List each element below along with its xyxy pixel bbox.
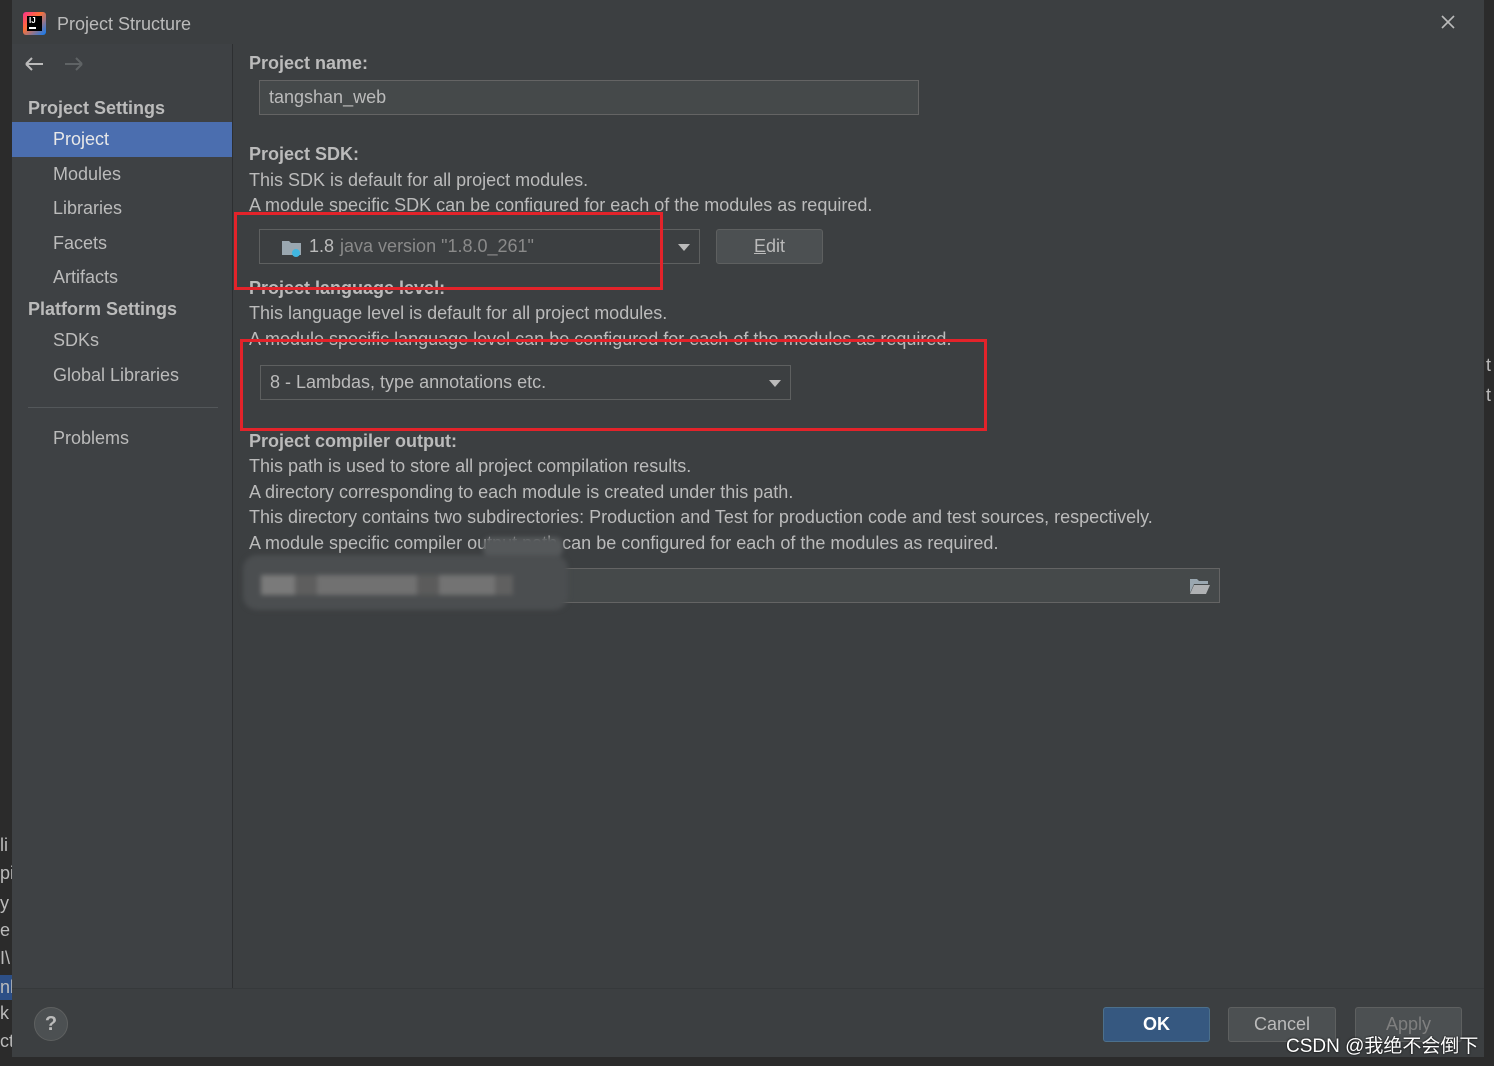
close-icon[interactable] <box>1440 14 1456 30</box>
dialog-footer: ? OK Cancel Apply <box>12 988 1484 1057</box>
background-window-right-edge: t t <box>1484 0 1494 1066</box>
sdk-version: 1.8 <box>309 236 335 256</box>
compiler-output-description: This path is used to store all project c… <box>249 456 692 476</box>
sidebar-divider <box>28 407 218 408</box>
redaction-blur <box>243 537 568 612</box>
jdk-folder-icon <box>282 241 301 257</box>
arrow-right-icon[interactable] <box>64 57 84 71</box>
project-name-value: tangshan_web <box>269 87 387 107</box>
chevron-down-icon <box>678 244 690 251</box>
sidebar-item-problems[interactable]: Problems <box>12 421 232 456</box>
intellij-idea-icon: IJ <box>23 12 46 35</box>
background-text-fragment: k <box>0 1003 9 1023</box>
project-name-input[interactable]: tangshan_web <box>259 80 919 115</box>
compiler-output-description: A directory corresponding to each module… <box>249 482 794 502</box>
project-name-label: Project name: <box>249 53 369 73</box>
project-sdk-label: Project SDK: <box>249 144 360 164</box>
project-sdk-description: This SDK is default for all project modu… <box>249 170 589 190</box>
watermark: CSDN @我绝不会倒下 <box>1286 1036 1479 1057</box>
compiler-output-description: This directory contains two subdirectori… <box>249 507 1153 527</box>
edit-sdk-button[interactable]: Edit <box>716 229 823 264</box>
project-sdk-dropdown[interactable]: 1.8 java version "1.8.0_261" <box>259 229 700 264</box>
sidebar: Project Settings Project Modules Librari… <box>12 44 232 988</box>
project-settings-header: Project Settings <box>28 98 166 118</box>
background-text-fragment: ct <box>0 1031 12 1051</box>
language-level-dropdown[interactable]: 8 - Lambdas, type annotations etc. <box>260 365 791 400</box>
project-sdk-description: A module specific SDK can be configured … <box>249 195 873 215</box>
project-settings-list: Project Modules Libraries Facets Artifac… <box>12 122 232 295</box>
sidebar-item-facets[interactable]: Facets <box>12 226 232 261</box>
background-text-fragment: pi <box>0 863 12 883</box>
sidebar-item-artifacts[interactable]: Artifacts <box>12 260 232 295</box>
compiler-output-label: Project compiler output: <box>249 431 458 451</box>
arrow-left-icon[interactable] <box>24 57 44 71</box>
help-icon[interactable]: ? <box>34 1007 68 1041</box>
background-text-fragment: li <box>0 835 8 855</box>
sidebar-item-sdks[interactable]: SDKs <box>12 323 232 358</box>
dialog-title: Project Structure <box>57 14 192 34</box>
folder-open-icon[interactable] <box>1189 577 1211 595</box>
sidebar-item-libraries[interactable]: Libraries <box>12 191 232 226</box>
background-text-fragment: nb <box>0 977 12 997</box>
background-text-fragment: t <box>1486 355 1492 375</box>
sidebar-splitter[interactable] <box>232 44 233 988</box>
sidebar-item-project[interactable]: Project <box>12 122 232 157</box>
background-text-fragment: y <box>0 893 9 913</box>
background-text-fragment: I\ <box>0 948 11 968</box>
title-bar[interactable]: IJ Project Structure <box>12 0 1484 44</box>
sidebar-item-global-libraries[interactable]: Global Libraries <box>12 358 232 393</box>
sidebar-item-modules[interactable]: Modules <box>12 157 232 192</box>
language-level-description: A module specific language level can be … <box>249 329 952 349</box>
ok-button[interactable]: OK <box>1103 1007 1210 1042</box>
platform-settings-list: SDKs Global Libraries <box>12 323 232 393</box>
background-text-fragment: e <box>0 920 11 940</box>
project-structure-dialog: IJ Project Structure Project Settings Pr… <box>12 0 1484 1057</box>
sdk-detail: java version "1.8.0_261" <box>340 236 534 256</box>
language-level-label: Project language level: <box>249 278 446 298</box>
background-window-left-edge: li pi y e I\ nb k ct <box>0 0 12 1066</box>
background-text-fragment: t <box>1486 385 1492 405</box>
language-level-value: 8 - Lambdas, type annotations etc. <box>270 372 547 392</box>
language-level-description: This language level is default for all p… <box>249 303 668 323</box>
platform-settings-header: Platform Settings <box>28 299 178 319</box>
chevron-down-icon <box>769 380 781 387</box>
